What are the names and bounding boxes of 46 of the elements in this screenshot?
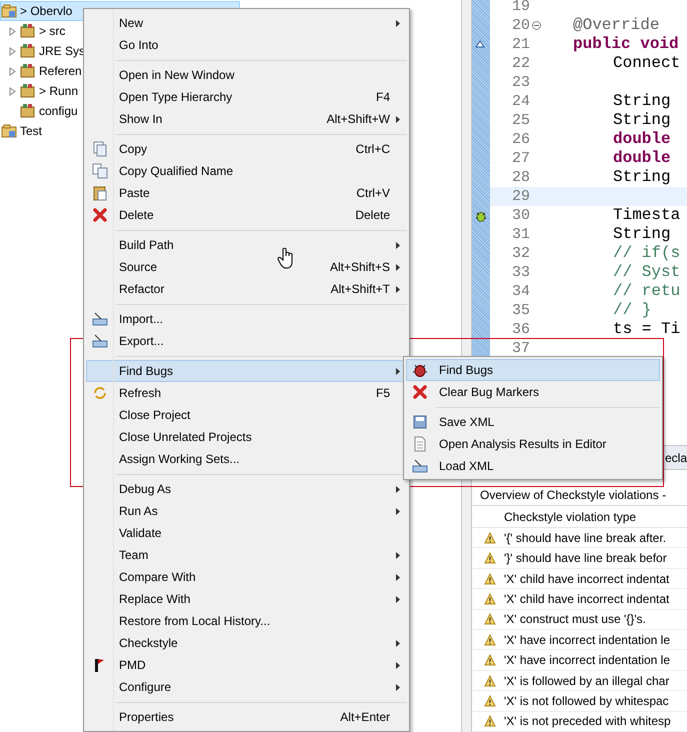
line-number: 33 (510, 263, 530, 282)
code-line: // Syst (613, 263, 680, 282)
code-line: Connect (613, 54, 680, 73)
code-line: String (613, 111, 671, 130)
line-number: 32 (510, 244, 530, 263)
line-number: 34 (510, 282, 530, 301)
column-header: Checkstyle violation type (504, 508, 636, 526)
table-cell-text: 'X' is not followed by whitespac (504, 692, 669, 710)
line-number: 23 (510, 73, 530, 92)
line-number: 36 (510, 320, 530, 339)
code-line: // retu (613, 282, 680, 301)
line-number: 20 (510, 16, 530, 35)
table-cell-text: 'X' child have incorrect indentat (504, 570, 670, 588)
code-line: public void (573, 35, 679, 54)
code-line: ts = Ti (613, 320, 680, 339)
line-number: 24 (510, 92, 530, 111)
table-cell-text: 'X' child have incorrect indentat (504, 590, 670, 608)
table-cell-text: 'X' is not preceded with whitesp (504, 713, 671, 730)
code-line: // } (613, 301, 652, 320)
code-line: double (613, 149, 671, 168)
line-number: 27 (510, 149, 530, 168)
code-line: double (613, 130, 671, 149)
line-number: 29 (510, 187, 530, 206)
code-line: Timesta (613, 206, 680, 225)
line-number: 37 (510, 339, 530, 358)
code-line: String (613, 225, 671, 244)
code-line: String (613, 92, 671, 111)
table-cell-text: 'X' is followed by an illegal char (504, 672, 670, 690)
code-line: // if(s (613, 244, 680, 263)
line-number: 22 (510, 54, 530, 73)
line-number: 30 (510, 206, 530, 225)
line-number: 28 (510, 168, 530, 187)
table-cell-text: 'X' construct must use '{}'s. (504, 611, 646, 628)
table-cell-text: '}' should have line break befor (504, 550, 667, 568)
table-cell-text: 'X' have incorrect indentation le (504, 652, 670, 670)
code-line: String (613, 168, 671, 187)
line-number: 19 (510, 0, 530, 16)
table-cell-text: 'X' have incorrect indentation le (504, 632, 670, 649)
line-number: 31 (510, 225, 530, 244)
line-number: 26 (510, 130, 530, 149)
line-number: 35 (510, 301, 530, 320)
line-number: 25 (510, 111, 530, 130)
view-title: Overview of Checkstyle violations - (480, 487, 666, 504)
table-cell-text: '{' should have line break after. (504, 530, 666, 547)
code-line: @Override (573, 16, 660, 35)
line-number: 21 (510, 35, 530, 54)
